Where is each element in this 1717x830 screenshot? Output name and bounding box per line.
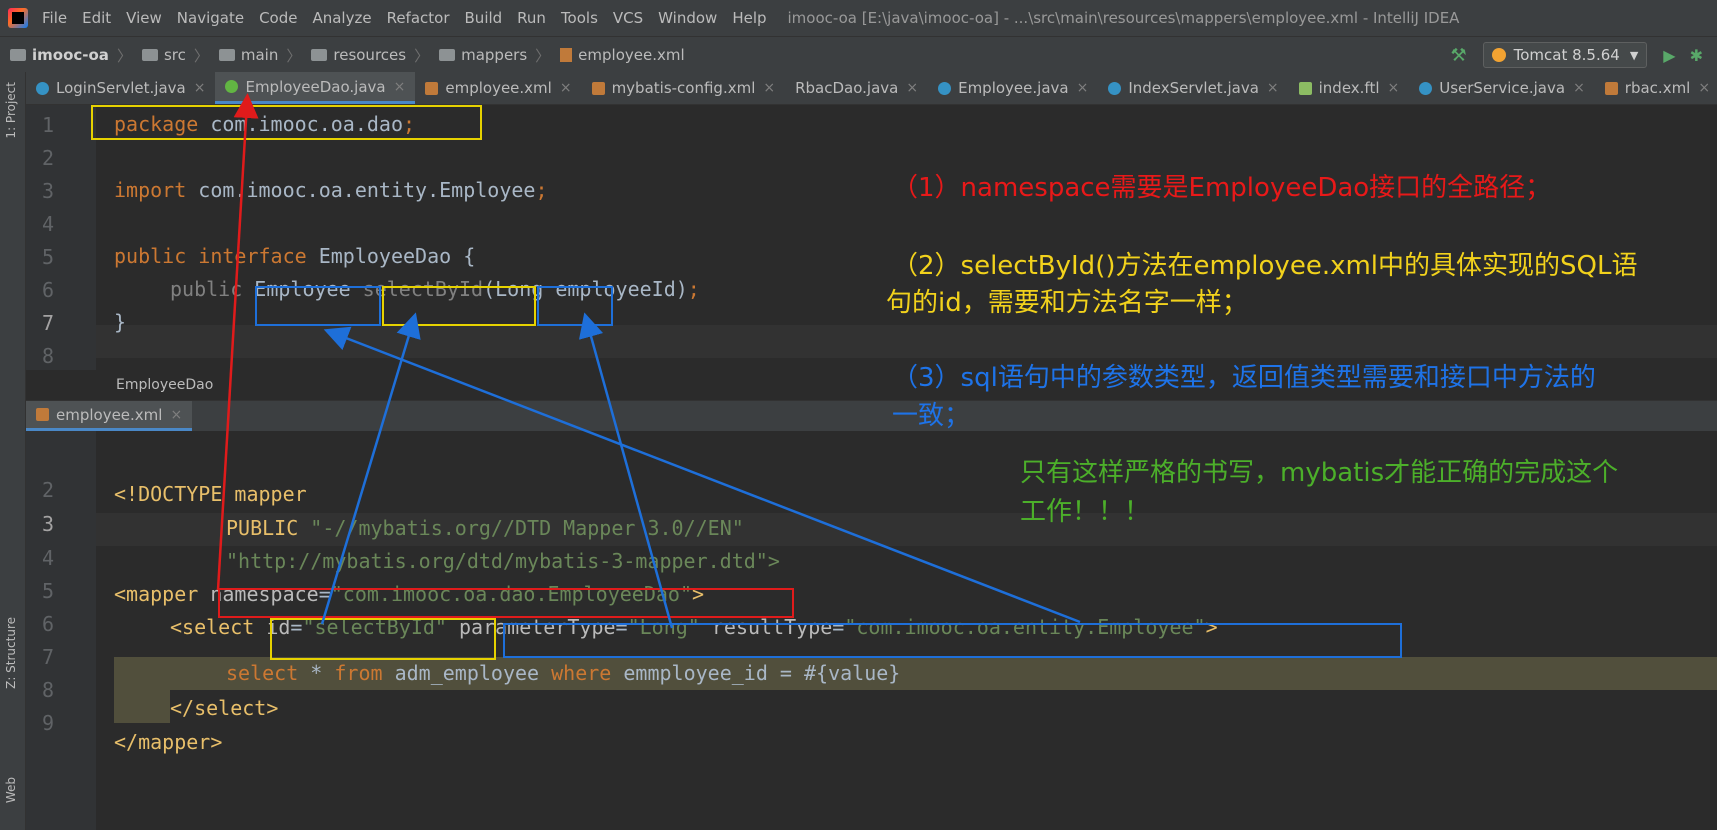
id-arrow	[320, 312, 421, 625]
note-4a: 只有这样严格的书写，mybatis才能正确的完成这个	[1020, 458, 1619, 488]
annotation-arrows	[216, 93, 1081, 629]
note-4b: 工作！！！	[1020, 497, 1151, 527]
param-arrow	[578, 312, 674, 629]
note-3b: 一致；	[892, 401, 971, 431]
note-2b: 句的id，需要和方法名字一样；	[886, 288, 1248, 318]
namespace-arrow	[216, 93, 259, 591]
note-3a: （3）sql语句中的参数类型，返回值类型需要和接口中方法的	[892, 363, 1596, 393]
note-1: （1）namespace需要是EmployeeDao接口的全路径；	[892, 173, 1552, 203]
note-2a: （2）selectById()方法在employee.xml中的具体实现的SQL…	[892, 251, 1638, 281]
